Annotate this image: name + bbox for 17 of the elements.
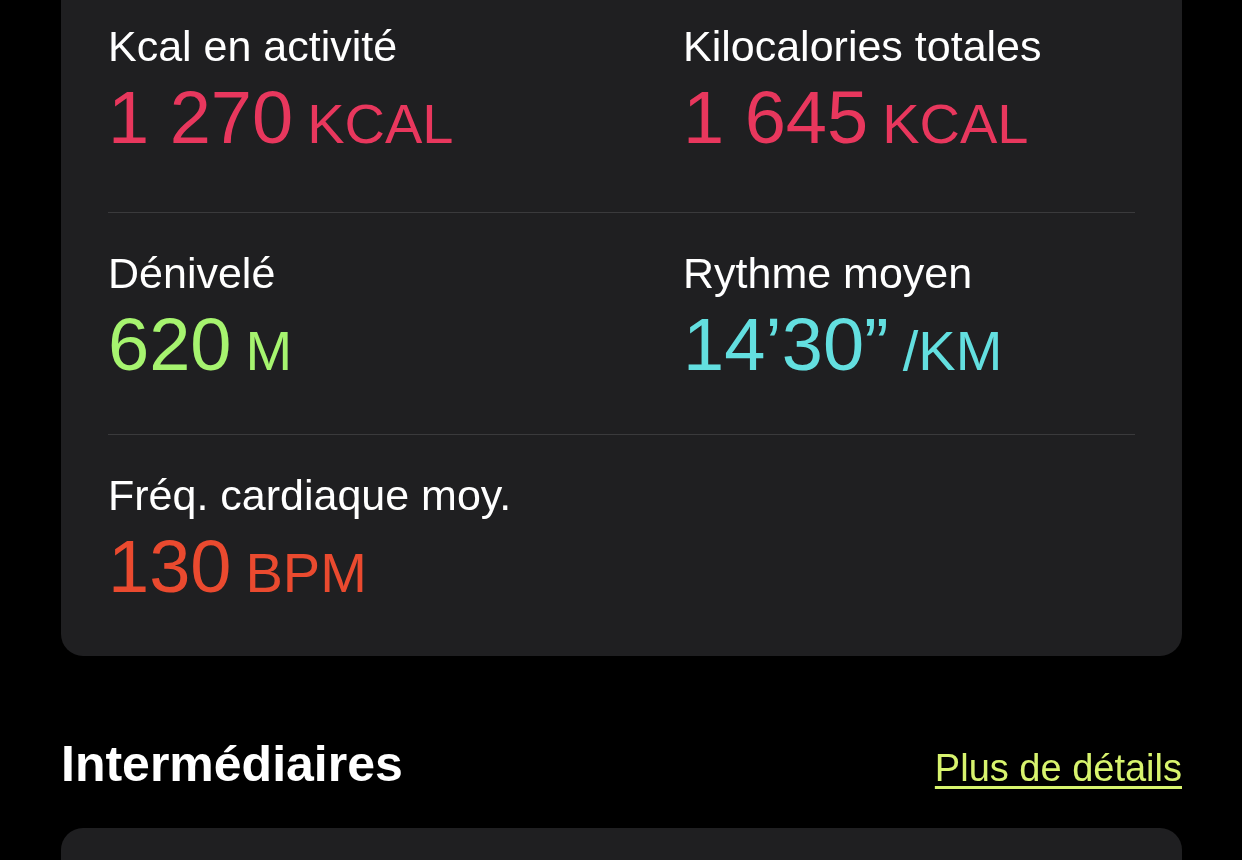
metric-value: 620 <box>108 303 232 387</box>
metric-label: Fréq. cardiaque moy. <box>108 470 512 521</box>
details-link[interactable]: Plus de détails <box>934 746 1182 790</box>
metric-label: Rythme moyen <box>683 248 973 299</box>
metric-unit: /KM <box>902 319 1003 383</box>
metric-unit: BPM <box>245 541 367 605</box>
metric-unit: M <box>245 319 293 383</box>
metric-value: 1 645 <box>683 76 869 160</box>
metric-label: Kcal en activité <box>108 21 398 72</box>
metric-label: Dénivelé <box>108 248 276 299</box>
metric-unit: KCAL <box>307 92 454 156</box>
section-title: Intermédiaires <box>61 736 403 792</box>
metric-unit: KCAL <box>882 92 1029 156</box>
metric-value: 130 <box>108 525 232 609</box>
metric-value: 1 270 <box>108 76 294 160</box>
metric-value: 14’30” <box>683 303 889 387</box>
metric-label: Kilocalories totales <box>683 21 1042 72</box>
